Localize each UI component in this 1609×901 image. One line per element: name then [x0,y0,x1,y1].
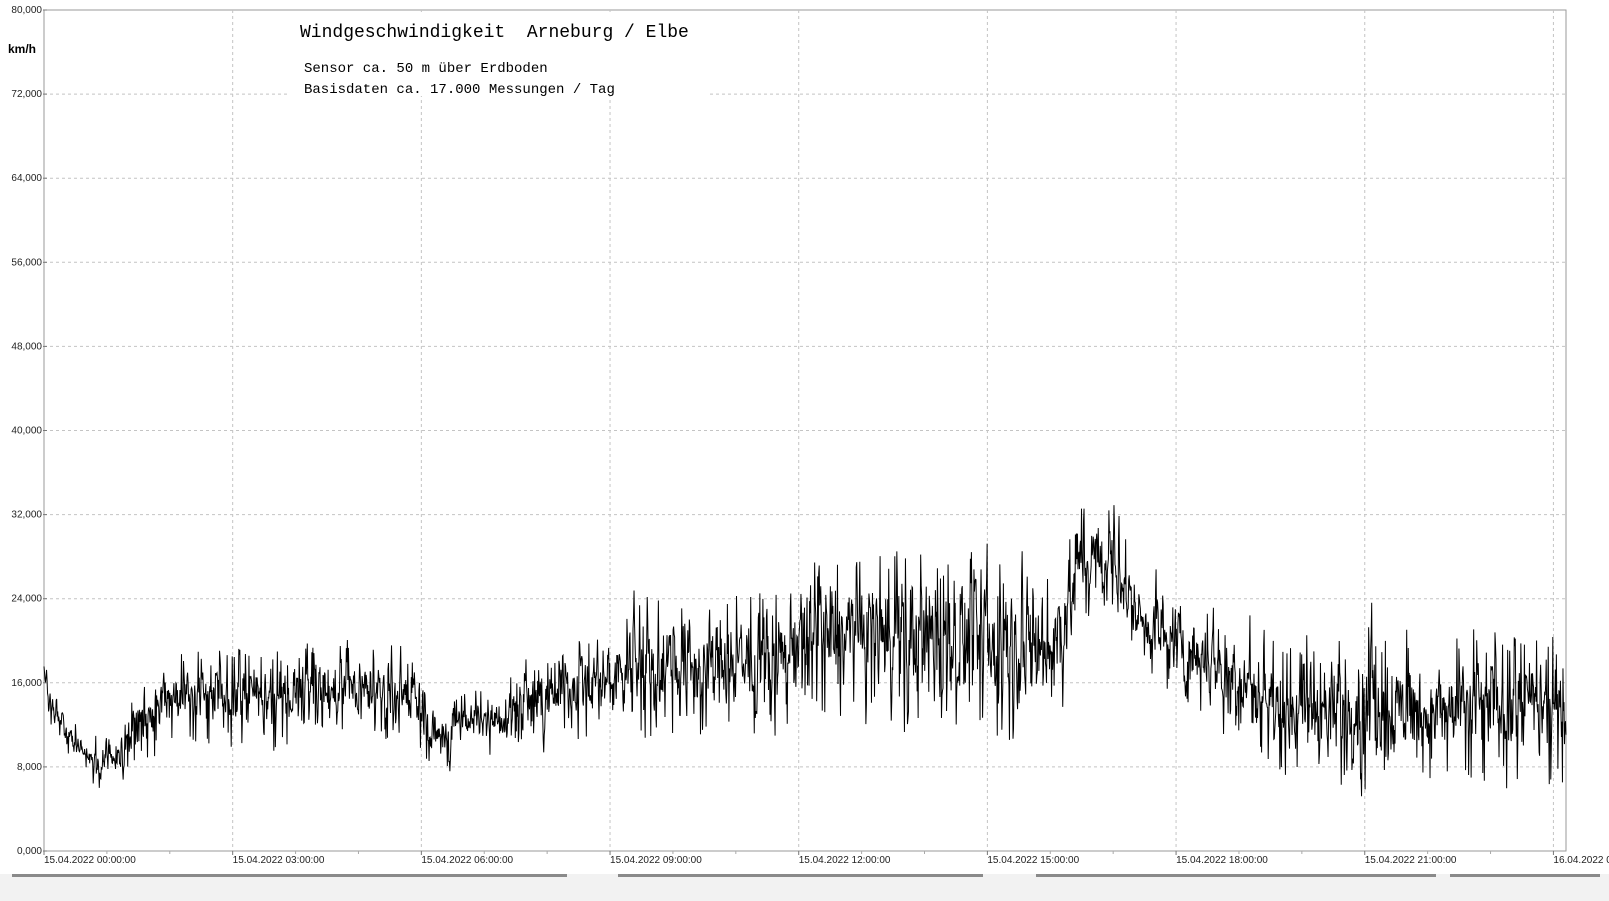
y-tick-label: 72,000 [11,89,42,100]
y-tick-label: 48,000 [11,341,42,352]
x-tick-label: 15.04.2022 18:00:00 [1176,855,1268,866]
wind-speed-chart: 80,000 72,000 64,000 56,000 48,000 40,000 32,0… [0,5,1609,901]
chart-stage: 80,000 72,000 64,000 56,000 48,000 40,000 32,0… [0,0,1609,901]
y-tick-label: 40,000 [11,426,42,437]
bottom-strip-bg [0,874,1609,901]
bottom-strip-segment [1450,874,1600,877]
x-tick-label: 15.04.2022 12:00:00 [799,855,891,866]
x-tick-label: 15.04.2022 03:00:00 [233,855,325,866]
bottom-strip-segment [1036,874,1436,877]
chart-title: Windgeschwindigkeit Arneburg / Elbe [300,23,689,43]
chart-subtitle-sensor: Sensor ca. 50 m über Erdboden [304,61,548,77]
bottom-scrollbar-strip [0,874,1609,901]
x-tick-label: 15.04.2022 06:00:00 [421,855,513,866]
y-tick-label: 24,000 [11,594,42,605]
y-tick-label: 80,000 [11,5,42,16]
x-axis-ticks: 15.04.2022 00:00:00 15.04.2022 03:00:00 15… [43,851,1609,866]
bottom-strip-segment [618,874,983,877]
chart-subtitle-basisdaten: Basisdaten ca. 17.000 Messungen / Tag [304,82,615,98]
y-tick-label: 64,000 [11,173,42,184]
y-tick-label: 0,000 [17,846,42,857]
y-tick-label: 32,000 [11,510,42,521]
x-tick-label: 15.04.2022 15:00:00 [987,855,1079,866]
x-tick-label: 16.04.2022 00:00:00 [1553,855,1609,866]
y-tick-label: 56,000 [11,257,42,268]
x-tick-label: 15.04.2022 09:00:00 [610,855,702,866]
y-tick-label: 16,000 [11,678,42,689]
x-tick-label: 15.04.2022 21:00:00 [1365,855,1457,866]
y-axis-ticks: 80,000 72,000 64,000 56,000 48,000 40,000 32,0… [11,5,47,857]
y-axis-unit-label: km/h [8,42,36,56]
bottom-strip-segment [12,874,567,877]
y-tick-label: 8,000 [17,762,42,773]
x-tick-label: 15.04.2022 00:00:00 [44,855,136,866]
